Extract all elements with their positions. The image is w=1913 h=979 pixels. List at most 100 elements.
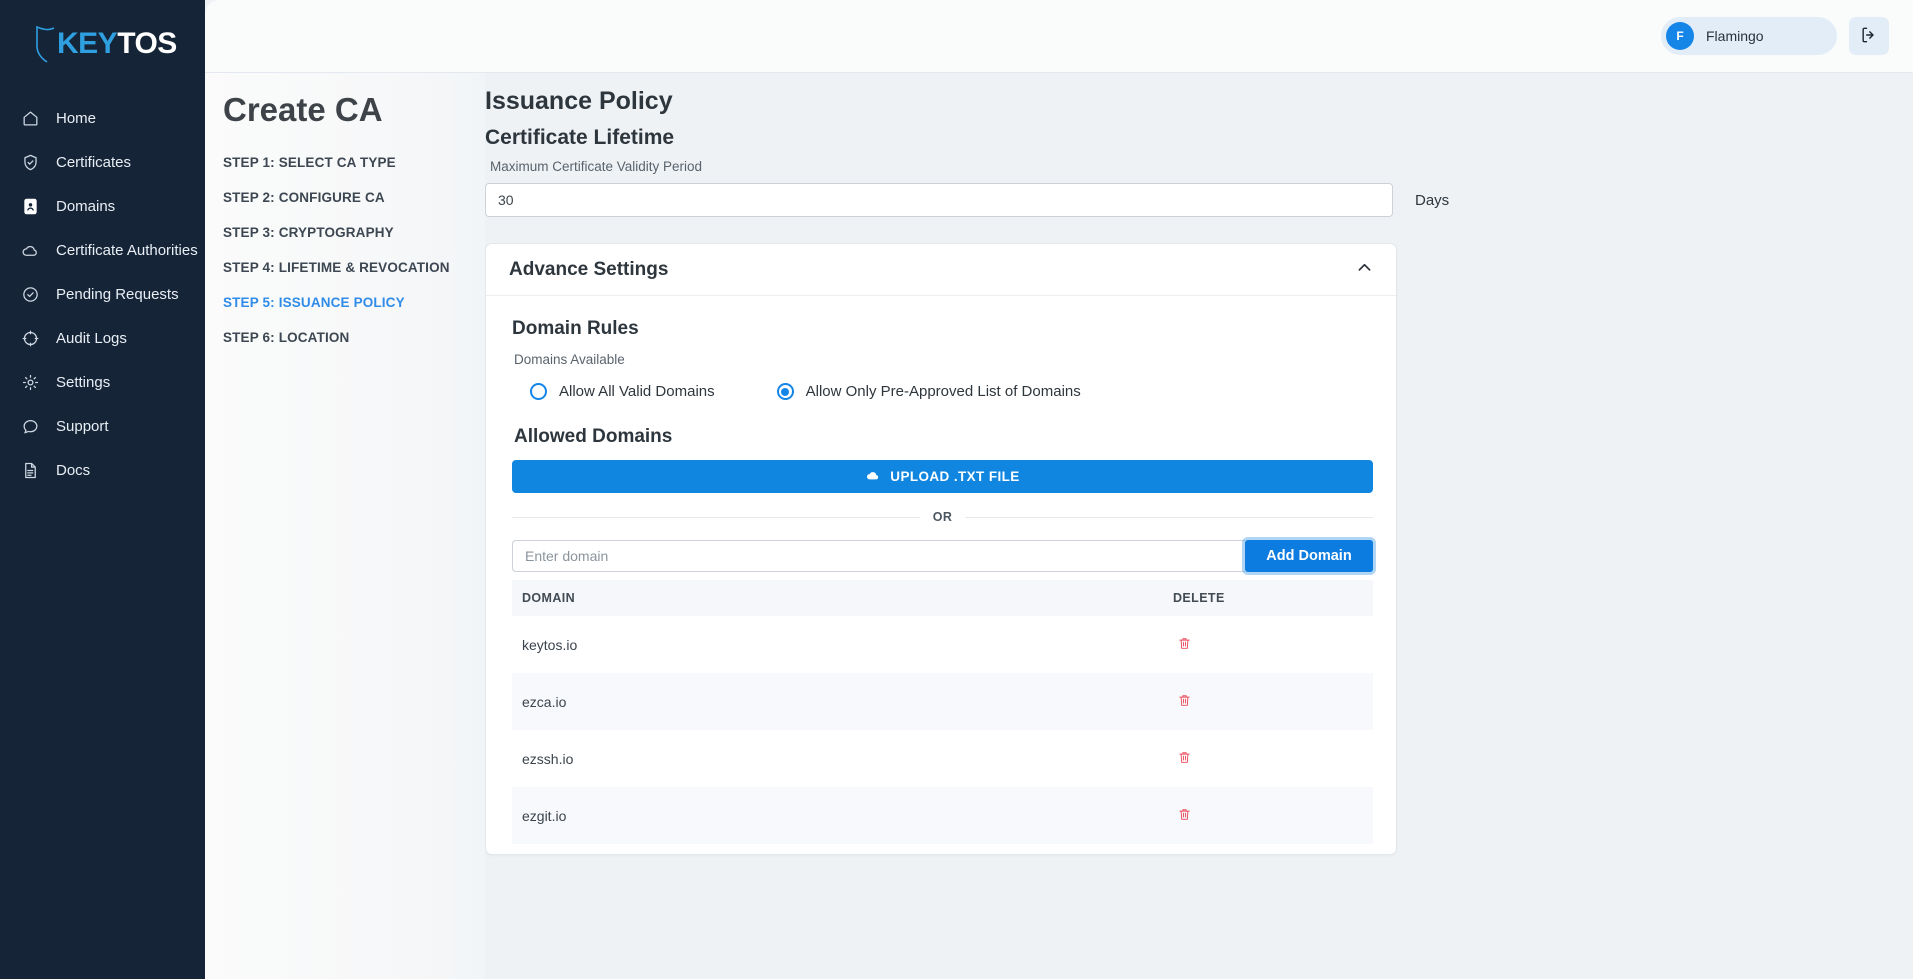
advance-settings-card: Advance Settings Domain Rules Domains Av…	[485, 243, 1397, 855]
table-header-row: DOMAIN DELETE	[512, 580, 1373, 616]
user-menu[interactable]: F Flamingo	[1661, 17, 1837, 55]
radio-circle-icon	[530, 383, 547, 400]
sidebar-item-home[interactable]: Home	[0, 96, 205, 140]
trash-icon	[1177, 693, 1192, 711]
domains-available-label: Domains Available	[514, 352, 625, 367]
document-icon	[18, 458, 42, 482]
shield-logo-icon	[34, 24, 56, 64]
cell-domain: ezssh.io	[522, 750, 574, 767]
issuance-policy-heading: Issuance Policy	[485, 87, 673, 115]
validity-period-input[interactable]	[485, 183, 1393, 217]
delete-domain-button[interactable]	[1173, 689, 1196, 715]
certificate-lifetime-heading: Certificate Lifetime	[485, 126, 675, 149]
table-row: ezgit.io	[512, 787, 1373, 844]
sidebar-item-certificate-authorities[interactable]: Certificate Authorities	[0, 228, 205, 272]
days-unit-label: Days	[1415, 191, 1450, 209]
crosshair-icon	[18, 326, 42, 350]
validity-period-label: Maximum Certificate Validity Period	[490, 159, 703, 174]
cloud-upload-icon	[865, 467, 890, 486]
step-list: STEP 1: SELECT CA TYPE STEP 2: CONFIGURE…	[215, 145, 485, 355]
cell-delete	[1173, 730, 1373, 787]
delete-domain-button[interactable]	[1173, 632, 1196, 658]
circle-check-icon	[18, 282, 42, 306]
sidebar: KEYTOS Home Certificates Domains Certifi…	[0, 0, 205, 979]
home-icon	[18, 106, 42, 130]
divider-line-right	[965, 516, 1373, 518]
add-domain-button[interactable]: Add Domain	[1245, 540, 1373, 572]
step-6-location[interactable]: STEP 6: LOCATION	[223, 320, 485, 355]
content-area: Create CA STEP 1: SELECT CA TYPE STEP 2:…	[205, 73, 1913, 979]
sidebar-item-settings[interactable]: Settings	[0, 360, 205, 404]
sidebar-item-audit-logs[interactable]: Audit Logs	[0, 316, 205, 360]
step-3-cryptography[interactable]: STEP 3: CRYPTOGRAPHY	[223, 215, 485, 250]
validity-period-row: Days	[485, 183, 1705, 217]
step-1-select-ca-type[interactable]: STEP 1: SELECT CA TYPE	[223, 145, 485, 180]
cell-domain: keytos.io	[522, 636, 578, 653]
sidebar-item-label: Certificate Authorities	[56, 241, 198, 259]
avatar: F	[1666, 22, 1694, 50]
sidebar-item-label: Audit Logs	[56, 329, 127, 347]
trash-icon	[1177, 636, 1192, 654]
table-body: keytos.io ezca.io ezssh.io ezgit.io	[512, 616, 1373, 844]
column-header-domain: DOMAIN	[512, 580, 1173, 616]
sidebar-item-support[interactable]: Support	[0, 404, 205, 448]
trash-icon	[1177, 750, 1192, 768]
domain-rules-radio-group: Allow All Valid Domains Allow Only Pre-A…	[512, 383, 1373, 400]
logo[interactable]: KEYTOS	[0, 10, 205, 78]
gear-icon	[18, 370, 42, 394]
or-divider: OR	[512, 510, 1373, 524]
wizard-steps-panel: Create CA STEP 1: SELECT CA TYPE STEP 2:…	[205, 73, 485, 979]
sidebar-item-label: Settings	[56, 373, 111, 391]
radio-label: Allow Only Pre-Approved List of Domains	[805, 383, 1081, 400]
advance-settings-title: Advance Settings	[509, 258, 669, 280]
cell-domain: ezgit.io	[522, 807, 567, 824]
cell-domain: ezca.io	[522, 693, 567, 710]
allowed-domains-heading: Allowed Domains	[514, 426, 673, 447]
advance-settings-body: Domain Rules Domains Available Allow All…	[486, 296, 1396, 854]
sidebar-item-label: Domains	[56, 197, 116, 215]
table-row: ezssh.io	[512, 730, 1373, 787]
logo-text-tos: TOS	[117, 27, 177, 60]
advance-settings-header[interactable]: Advance Settings	[486, 244, 1396, 296]
shield-check-icon	[18, 150, 42, 174]
domain-input[interactable]	[512, 540, 1245, 572]
step-4-lifetime-revocation[interactable]: STEP 4: LIFETIME & REVOCATION	[223, 250, 485, 285]
table-row: ezca.io	[512, 673, 1373, 730]
radio-allow-all-valid-domains[interactable]: Allow All Valid Domains	[530, 383, 715, 400]
top-bar: F Flamingo	[205, 0, 1913, 73]
sidebar-item-label: Pending Requests	[56, 285, 179, 303]
page-title: Create CA	[223, 91, 383, 128]
allowed-domains-table: DOMAIN DELETE keytos.io ezca.io ezssh.io…	[512, 580, 1373, 844]
user-name: Flamingo	[1706, 28, 1764, 44]
radio-label: Allow All Valid Domains	[559, 383, 715, 400]
sidebar-item-certificates[interactable]: Certificates	[0, 140, 205, 184]
logout-icon	[1859, 25, 1879, 48]
step-5-issuance-policy[interactable]: STEP 5: ISSUANCE POLICY	[223, 285, 485, 320]
sidebar-item-pending-requests[interactable]: Pending Requests	[0, 272, 205, 316]
or-label: OR	[932, 510, 953, 524]
chevron-up-icon[interactable]	[1355, 258, 1374, 282]
chat-bubble-icon	[18, 414, 42, 438]
divider-line-left	[512, 516, 920, 518]
sidebar-item-domains[interactable]: Domains	[0, 184, 205, 228]
radio-allow-preapproved-domains[interactable]: Allow Only Pre-Approved List of Domains	[776, 383, 1081, 400]
contact-book-icon	[18, 194, 42, 218]
upload-button-label: UPLOAD .TXT FILE	[890, 469, 1020, 484]
sidebar-item-label: Home	[56, 109, 97, 127]
trash-icon	[1177, 807, 1192, 825]
cell-delete	[1173, 787, 1373, 844]
step-2-configure-ca[interactable]: STEP 2: CONFIGURE CA	[223, 180, 485, 215]
sidebar-item-label: Certificates	[56, 153, 132, 171]
table-row: keytos.io	[512, 616, 1373, 673]
main-area: F Flamingo Create CA STEP 1: SELECT CA T…	[205, 0, 1913, 979]
sidebar-item-label: Docs	[56, 461, 91, 479]
upload-txt-file-button[interactable]: UPLOAD .TXT FILE	[512, 460, 1373, 493]
column-header-delete: DELETE	[1173, 580, 1373, 616]
delete-domain-button[interactable]	[1173, 803, 1196, 829]
sidebar-item-docs[interactable]: Docs	[0, 448, 205, 492]
cloud-icon	[18, 238, 42, 262]
logout-button[interactable]	[1849, 17, 1889, 55]
sidebar-item-label: Support	[56, 417, 109, 435]
delete-domain-button[interactable]	[1173, 746, 1196, 772]
add-domain-row: Add Domain	[512, 540, 1373, 572]
